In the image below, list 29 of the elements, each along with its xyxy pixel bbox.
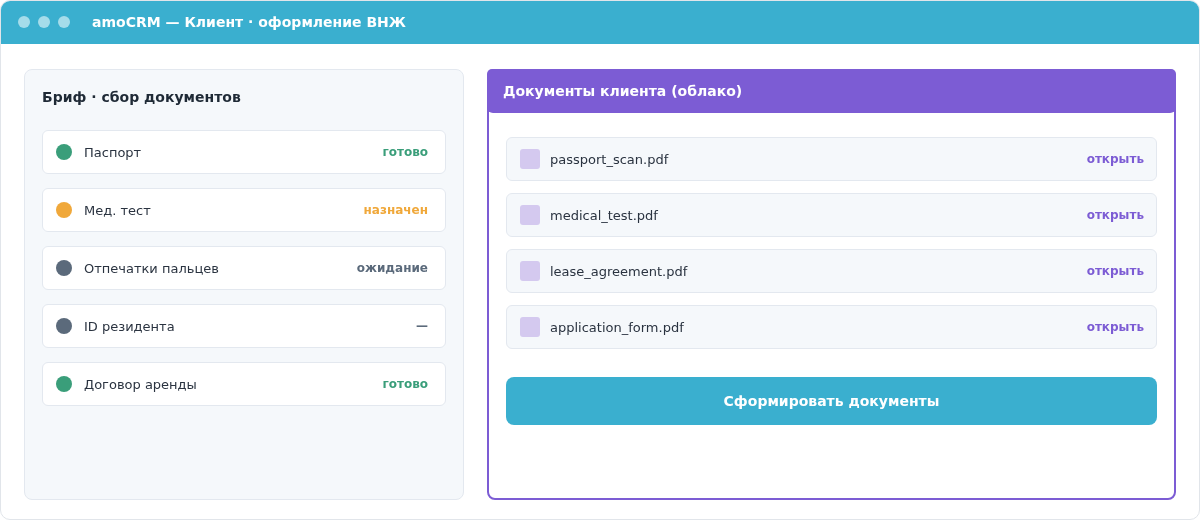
file-icon — [520, 149, 540, 169]
file-icon — [520, 205, 540, 225]
status-text: готово — [382, 145, 428, 159]
open-link[interactable]: открыть — [1086, 320, 1144, 334]
status-text: — — [416, 319, 428, 333]
window-control-icon[interactable] — [38, 16, 50, 28]
window-control-icon[interactable] — [58, 16, 70, 28]
status-text: готово — [382, 377, 428, 391]
open-link[interactable]: открыть — [1086, 264, 1144, 278]
open-link[interactable]: открыть — [1086, 208, 1144, 222]
document-label: Мед. тест — [84, 202, 152, 218]
file-icon — [520, 317, 540, 337]
file-name: passport_scan.pdf — [550, 151, 670, 167]
open-link[interactable]: открыть — [1086, 152, 1144, 166]
window-control-icon[interactable] — [18, 16, 30, 28]
document-label: ID резидента — [84, 318, 176, 334]
document-label: Паспорт — [84, 144, 143, 160]
document-label: Договор аренды — [84, 376, 198, 392]
document-label: Отпечатки пальцев — [84, 260, 220, 276]
file-name: lease_agreement.pdf — [550, 263, 689, 279]
panel-title: Бриф · сбор документов — [42, 89, 241, 105]
generate-documents-button[interactable]: Сформировать документы — [506, 377, 1157, 425]
status-text: ожидание — [356, 261, 428, 275]
file-name: application_form.pdf — [550, 319, 685, 335]
panel-header: Документы клиента (облако) — [487, 69, 1176, 113]
window-title: amoCRM — Клиент · оформление ВНЖ — [92, 14, 406, 30]
status-text: назначен — [363, 203, 428, 217]
file-name: medical_test.pdf — [550, 207, 659, 223]
file-icon — [520, 261, 540, 281]
